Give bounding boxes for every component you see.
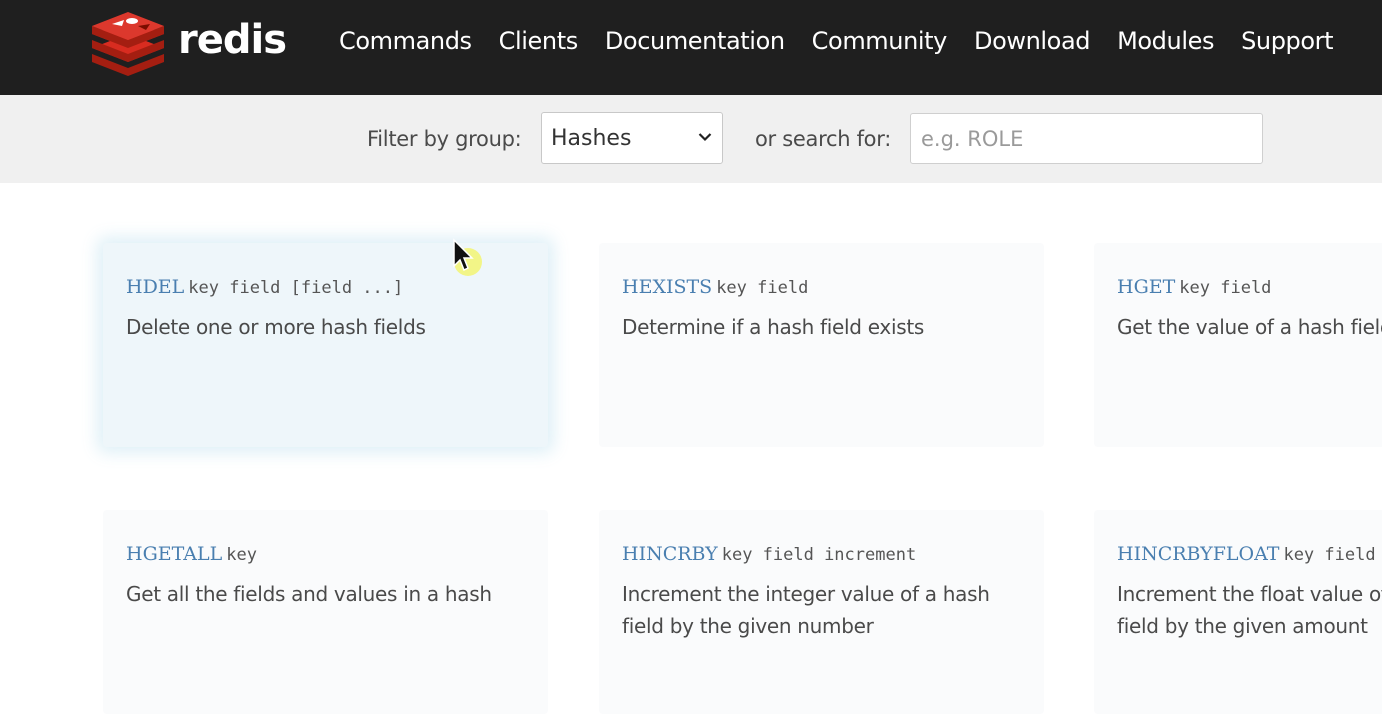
brand-name: redis bbox=[178, 17, 287, 63]
command-summary: Get all the fields and values in a hash bbox=[126, 582, 492, 606]
command-card-hincrby[interactable]: HINCRBY key field increment Increment the… bbox=[599, 510, 1044, 714]
nav-community[interactable]: Community bbox=[812, 24, 948, 58]
search-label: or search for: bbox=[755, 127, 891, 151]
command-summary: Determine if a hash field exists bbox=[622, 315, 924, 339]
command-args: key field bbox=[1179, 278, 1272, 298]
command-summary: Increment the float value of a hash fiel… bbox=[1117, 582, 1382, 638]
nav-documentation[interactable]: Documentation bbox=[605, 24, 785, 58]
command-summary: Get the value of a hash field bbox=[1117, 315, 1382, 339]
command-signature: HINCRBY key field increment bbox=[622, 542, 916, 567]
nav-support[interactable]: Support bbox=[1241, 24, 1333, 58]
command-args: key field [field ...] bbox=[188, 278, 404, 298]
command-name: HEXISTS bbox=[622, 276, 713, 298]
command-signature: HGET key field bbox=[1117, 275, 1271, 300]
group-select-value: Hashes bbox=[551, 126, 632, 151]
command-signature: HDEL key field [field ...] bbox=[126, 275, 403, 300]
command-args: key field bbox=[716, 278, 809, 298]
command-card-hincrbyfloat[interactable]: HINCRBYFLOATkey field increment Incremen… bbox=[1094, 510, 1382, 714]
filter-bar: Filter by group: Hashes or search for: bbox=[0, 95, 1382, 183]
command-args: key bbox=[226, 545, 257, 565]
command-name: HDEL bbox=[126, 276, 185, 298]
command-args: key field increment bbox=[721, 545, 917, 565]
nav-commands[interactable]: Commands bbox=[339, 24, 472, 58]
nav-modules[interactable]: Modules bbox=[1117, 24, 1214, 58]
redis-cube-logo-icon bbox=[92, 12, 164, 76]
command-args: key field increment bbox=[1283, 545, 1382, 565]
mouse-cursor-icon bbox=[453, 238, 482, 276]
group-filter-label: Filter by group: bbox=[367, 127, 522, 151]
search-input[interactable] bbox=[910, 113, 1263, 164]
nav-clients[interactable]: Clients bbox=[499, 24, 579, 58]
command-signature: HINCRBYFLOATkey field increment bbox=[1117, 542, 1382, 567]
command-card-hget[interactable]: HGET key field Get the value of a hash fi… bbox=[1094, 243, 1382, 447]
command-name: HGET bbox=[1117, 276, 1176, 298]
nav-download[interactable]: Download bbox=[974, 24, 1091, 58]
group-select[interactable]: Hashes bbox=[541, 112, 723, 164]
command-name: HINCRBY bbox=[622, 543, 718, 565]
command-signature: HEXISTS key field bbox=[622, 275, 808, 300]
command-card-hexists[interactable]: HEXISTS key field Determine if a hash fie… bbox=[599, 243, 1044, 447]
command-signature: HGETALL key bbox=[126, 542, 257, 567]
command-card-hgetall[interactable]: HGETALL key Get all the fields and values… bbox=[103, 510, 548, 714]
site-header: redis Commands Clients Documentation Commun… bbox=[0, 0, 1382, 95]
redis-logo[interactable]: redis bbox=[90, 10, 290, 76]
command-name: HGETALL bbox=[126, 543, 223, 565]
command-summary: Delete one or more hash fields bbox=[126, 315, 426, 339]
command-summary: Increment the integer value of a hash fi… bbox=[622, 582, 990, 638]
command-name: HINCRBYFLOAT bbox=[1117, 543, 1280, 565]
chevron-down-icon bbox=[698, 133, 712, 142]
main-nav: Commands Clients Documentation Community Dow… bbox=[339, 24, 1360, 58]
